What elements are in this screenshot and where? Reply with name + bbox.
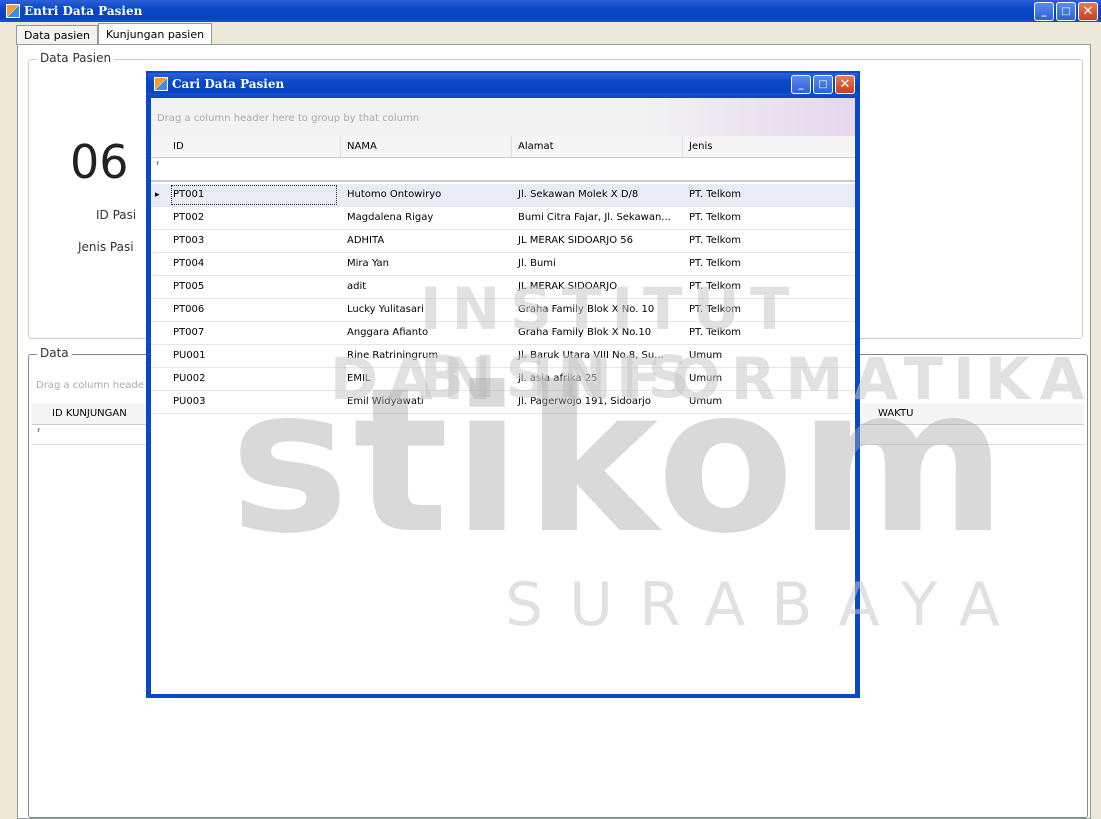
tab-data-pasien[interactable]: Data pasien — [16, 25, 99, 45]
cell-jenis[interactable]: PT. Telkom — [686, 184, 854, 206]
dialog-app-icon — [154, 77, 168, 91]
dialog-title: Cari Data Pasien — [172, 77, 285, 91]
table-row[interactable]: PT002 Magdalena Rigay Bumi Citra Fajar, Jl… — [151, 207, 855, 230]
cell-id[interactable]: PT007 — [170, 322, 338, 344]
cell-id[interactable]: PT002 — [170, 207, 338, 229]
cell-alamat[interactable]: Bumi Citra Fajar, Jl. Sekawan... — [515, 207, 683, 229]
dialog-filter-row[interactable]: ⸢ — [151, 158, 855, 182]
column-header-alamat[interactable]: Alamat — [512, 136, 683, 157]
cell-id[interactable]: PT004 — [170, 253, 338, 275]
cell-alamat[interactable]: Graha Family Blok X No.10 — [515, 322, 683, 344]
column-header-nama[interactable]: NAMA — [341, 136, 512, 157]
cell-nama[interactable]: Magdalena Rigay — [344, 207, 512, 229]
cell-alamat[interactable]: Jl. Bumi — [515, 253, 683, 275]
cell-id[interactable]: PU001 — [170, 345, 338, 367]
cell-id[interactable]: PU003 — [170, 391, 338, 413]
cell-id[interactable]: PT001 — [170, 184, 338, 206]
table-row[interactable]: PU003 Emil Widyawati Jl. Pagerwojo 191, Si… — [151, 391, 855, 414]
cell-jenis[interactable]: PT. Telkom — [686, 230, 854, 252]
tab-kunjungan-pasien[interactable]: Kunjungan pasien — [98, 23, 213, 44]
cell-id[interactable]: PT003 — [170, 230, 338, 252]
cell-id[interactable]: PU002 — [170, 368, 338, 390]
cell-alamat[interactable]: JL MERAK SIDOARJO — [515, 276, 683, 298]
cell-id[interactable]: PT005 — [170, 276, 338, 298]
cell-nama[interactable]: EMIL — [344, 368, 512, 390]
group-by-panel[interactable]: Drag a column header here to group by th… — [151, 98, 855, 136]
cell-nama[interactable]: Rine Ratriningrum — [344, 345, 512, 367]
dialog-grid-header: ID NAMA Alamat Jenis — [151, 136, 855, 158]
data-grid-drag-hint: Drag a column heade — [36, 380, 144, 391]
dialog-title-bar[interactable]: Cari Data Pasien _ □ ✕ — [148, 73, 858, 95]
cell-alamat[interactable]: JL MERAK SIDOARJO 56 — [515, 230, 683, 252]
cell-nama[interactable]: Anggara Afianto — [344, 322, 512, 344]
cell-jenis[interactable]: PT. Telkom — [686, 207, 854, 229]
dialog-body: Drag a column header here to group by th… — [151, 98, 855, 694]
big-number-display: 06 — [70, 135, 129, 189]
table-row[interactable]: PT004 Mira Yan Jl. Bumi PT. Telkom — [151, 253, 855, 276]
close-button[interactable]: ✕ — [1078, 2, 1098, 21]
cell-jenis[interactable]: Umum — [686, 368, 854, 390]
cell-alamat[interactable]: Jl. Baruk Utara VIII No.8, Su... — [515, 345, 683, 367]
cell-jenis[interactable]: PT. Telkom — [686, 276, 854, 298]
cell-jenis[interactable]: PT. Telkom — [686, 299, 854, 321]
table-row[interactable]: PU001 Rine Ratriningrum Jl. Baruk Utara VI… — [151, 345, 855, 368]
column-header-waktu[interactable]: WAKTU — [872, 403, 1084, 424]
cari-data-pasien-dialog: Cari Data Pasien _ □ ✕ Drag a column hea… — [146, 71, 860, 698]
table-row[interactable]: PT007 Anggara Afianto Graha Family Blok X … — [151, 322, 855, 345]
cell-jenis[interactable]: PT. Telkom — [686, 253, 854, 275]
cell-alamat[interactable]: Jl. Pagerwojo 191, Sidoarjo — [515, 391, 683, 413]
filter-icon: ⸢ — [37, 428, 41, 439]
dialog-filter-icon: ⸢ — [156, 161, 160, 172]
table-row[interactable]: ▸ PT001 Hutomo Ontowiryo Jl. Sekawan Molek … — [151, 184, 855, 207]
cell-alamat[interactable]: Graha Family Blok X No. 10 — [515, 299, 683, 321]
cell-alamat[interactable]: Jl. Sekawan Molek X D/8 — [515, 184, 683, 206]
dialog-close-button[interactable]: ✕ — [835, 75, 855, 94]
cell-nama[interactable]: adit — [344, 276, 512, 298]
tab-strip: Data pasien Kunjungan pasien — [16, 23, 213, 45]
cell-nama[interactable]: Lucky Yulitasari — [344, 299, 512, 321]
cell-nama[interactable]: Mira Yan — [344, 253, 512, 275]
dialog-maximize-button[interactable]: □ — [813, 75, 833, 94]
minimize-button[interactable]: _ — [1034, 2, 1054, 21]
cell-jenis[interactable]: Umum — [686, 345, 854, 367]
table-row[interactable]: PU002 EMIL jl. asia afrika 25 Umum — [151, 368, 855, 391]
cell-nama[interactable]: Hutomo Ontowiryo — [344, 184, 512, 206]
group-by-hint: Drag a column header here to group by th… — [157, 113, 420, 124]
app-icon — [6, 4, 20, 18]
column-header-jenis[interactable]: Jenis — [683, 136, 855, 157]
jenis-pasien-label: Jenis Pasi — [78, 240, 134, 254]
table-row[interactable]: PT006 Lucky Yulitasari Graha Family Blok X… — [151, 299, 855, 322]
cell-nama[interactable]: Emil Widyawati — [344, 391, 512, 413]
cell-nama[interactable]: ADHITA — [344, 230, 512, 252]
main-window-title: Entri Data Pasien — [24, 4, 143, 18]
id-pasien-label: ID Pasi — [96, 208, 137, 222]
main-title-bar[interactable]: Entri Data Pasien _ □ ✕ — [0, 0, 1101, 22]
cell-alamat[interactable]: jl. asia afrika 25 — [515, 368, 683, 390]
table-row[interactable]: PT005 adit JL MERAK SIDOARJO PT. Telkom — [151, 276, 855, 299]
maximize-button[interactable]: □ — [1056, 2, 1076, 21]
data-pasien-group-label: Data Pasien — [37, 51, 115, 65]
cell-jenis[interactable]: PT. Telkom — [686, 322, 854, 344]
dialog-minimize-button[interactable]: _ — [791, 75, 811, 94]
row-indicator-icon: ▸ — [155, 190, 160, 200]
cell-id[interactable]: PT006 — [170, 299, 338, 321]
data-group-label: Data — [37, 346, 72, 360]
column-header-id[interactable]: ID — [151, 136, 341, 157]
cell-jenis[interactable]: Umum — [686, 391, 854, 413]
table-row[interactable]: PT003 ADHITA JL MERAK SIDOARJO 56 PT. Telko… — [151, 230, 855, 253]
